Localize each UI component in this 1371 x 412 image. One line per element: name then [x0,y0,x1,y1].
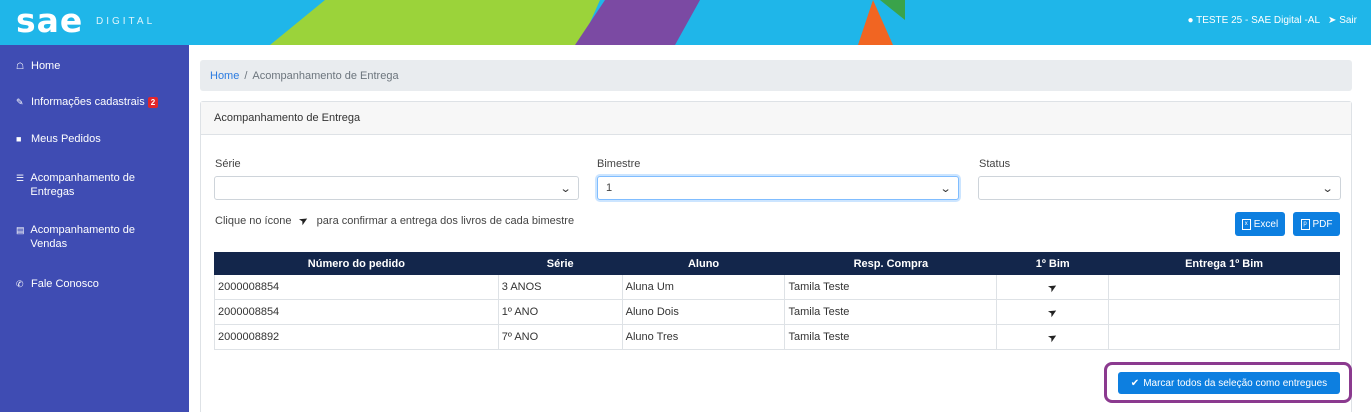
pdf-file-icon: p [1300,218,1310,230]
serie-label: Série [215,158,241,170]
sidebar-item-home[interactable]: ☖ Home [0,59,189,73]
sidebar-item-fale-conosco[interactable]: ✆ Fale Conosco [0,277,189,291]
check-icon: ✔ [1130,377,1140,389]
excel-button[interactable]: x Excel [1235,212,1285,236]
serie-select[interactable]: ⌄ [214,176,579,200]
serie-cell: 3 ANOS [497,274,623,300]
excel-file-icon: x [1241,218,1251,230]
header-decoration [675,0,700,45]
confirm-delivery-icon[interactable]: ➤ [1045,304,1060,320]
bim-cell: ➤ [996,299,1110,325]
aluno-cell: Aluno Dois [621,299,786,325]
pedido-cell: 2000008854 [214,274,499,300]
cash-icon: ▤ [16,225,25,235]
pedido-cell: 2000008892 [214,324,499,350]
resp-cell: Tamila Teste [784,299,998,325]
status-label: Status [979,158,1011,170]
edit-icon: ✎ [16,97,24,107]
sidebar-item-label: Acompanhamento de Entregas [30,172,135,198]
resp-cell: Tamila Teste [784,274,998,300]
pedido-cell: 2000008854 [214,299,499,325]
table-header-row: Número do pedido Série Aluno Resp. Compr… [214,252,1340,275]
aluno-cell: Aluna Um [621,274,786,300]
bim-cell: ➤ [996,274,1110,300]
entrega-cell [1108,324,1340,350]
chevron-down-icon: ⌄ [1321,183,1334,195]
column-header[interactable]: Série [497,252,623,275]
column-header[interactable]: Resp. Compra [784,252,998,275]
hint-after: para confirmar a entrega dos livros de c… [316,214,575,227]
sidebar-item-label: Fale Conosco [31,278,99,290]
pdf-label: PDF [1312,218,1333,230]
table-row: 2000008854 1º ANO Aluno Dois Tamila Test… [214,299,1340,325]
logout-icon: ➤ [1328,15,1337,26]
table-row: 2000008854 3 ANOS Aluna Um Tamila Teste … [214,274,1340,300]
column-header[interactable]: Entrega 1º Bim [1108,252,1340,275]
logout-link[interactable]: ➤ Sair [1328,15,1357,26]
confirm-delivery-icon[interactable]: ➤ [1045,329,1060,345]
breadcrumb-separator: / [244,69,248,82]
card-header: Acompanhamento de Entrega [201,102,1351,135]
resp-cell: Tamila Teste [784,324,998,350]
send-icon: ➤ [297,213,312,229]
column-header[interactable]: 1º Bim [996,252,1110,275]
aluno-cell: Aluno Tres [621,324,786,350]
header-decoration [270,0,325,45]
column-header[interactable]: Número do pedido [214,252,499,275]
pdf-button[interactable]: p PDF [1293,212,1340,236]
bimestre-select[interactable]: 1 ⌄ [597,176,959,200]
excel-label: Excel [1253,218,1279,230]
chevron-down-icon: ⌄ [559,183,572,195]
top-header: sae DIGITAL ● TESTE 25 - SAE Digital -AL… [0,0,1371,45]
home-icon: ☖ [16,61,25,71]
sidebar-item-informacoes-cadastrais[interactable]: ✎ Informações cadastrais 2 [0,95,189,109]
chevron-down-icon: ⌄ [939,183,952,195]
user-menu[interactable]: ● TESTE 25 - SAE Digital -AL [1187,15,1320,26]
list-icon: ☰ [16,173,25,183]
sidebar-item-acompanhamento-entregas[interactable]: ☰ Acompanhamento de Entregas [0,171,189,199]
serie-cell: 1º ANO [497,299,623,325]
sidebar-item-label: Acompanhamento de Vendas [30,224,135,250]
notification-badge: 2 [147,97,159,108]
sidebar-item-label: Meus Pedidos [31,133,101,145]
header-decoration [325,0,580,45]
sidebar: ☖ Home ✎ Informações cadastrais 2 ■ Meus… [0,45,189,412]
bimestre-value: 1 [606,182,613,194]
bim-cell: ➤ [996,324,1110,350]
phone-icon: ✆ [16,279,24,289]
header-decoration [880,0,905,20]
hint-before: Clique no ícone [215,214,292,227]
logo-subtitle: DIGITAL [96,16,156,27]
logo[interactable]: sae [16,4,83,38]
serie-cell: 7º ANO [497,324,623,350]
sidebar-item-acompanhamento-vendas[interactable]: ▤ Acompanhamento de Vendas [0,223,189,251]
user-name: TESTE 25 - SAE Digital -AL [1196,15,1321,26]
sidebar-item-label: Home [31,60,61,72]
column-header[interactable]: Aluno [621,252,786,275]
card-title: Acompanhamento de Entrega [214,112,361,124]
sidebar-item-meus-pedidos[interactable]: ■ Meus Pedidos [0,132,189,146]
header-decoration [575,0,605,45]
mark-all-delivered-button[interactable]: ✔ Marcar todos da seleção como entregues [1118,372,1340,394]
user-icon: ● [1187,15,1194,26]
bimestre-label: Bimestre [597,158,641,170]
sidebar-item-label: Informações cadastrais [31,96,145,108]
table-row: 2000008892 7º ANO Aluno Tres Tamila Test… [214,324,1340,350]
header-decoration [605,0,675,45]
deliveries-table: Número do pedido Série Aluno Resp. Compr… [214,252,1340,350]
logout-label: Sair [1339,15,1357,26]
entrega-cell [1108,274,1340,300]
entrega-cell [1108,299,1340,325]
confirm-delivery-icon[interactable]: ➤ [1045,279,1060,295]
books-icon: ■ [16,134,22,144]
breadcrumb-current: Acompanhamento de Entrega [252,69,399,82]
instruction-text: Clique no ícone ➤ para confirmar a entre… [215,213,575,229]
breadcrumb-home-link[interactable]: Home [210,70,239,82]
status-select[interactable]: ⌄ [978,176,1341,200]
breadcrumb: Home / Acompanhamento de Entrega [200,60,1352,91]
mark-all-label: Marcar todos da seleção como entregues [1143,377,1328,389]
user-info: ● TESTE 25 - SAE Digital -AL ➤ Sair [1187,15,1357,26]
